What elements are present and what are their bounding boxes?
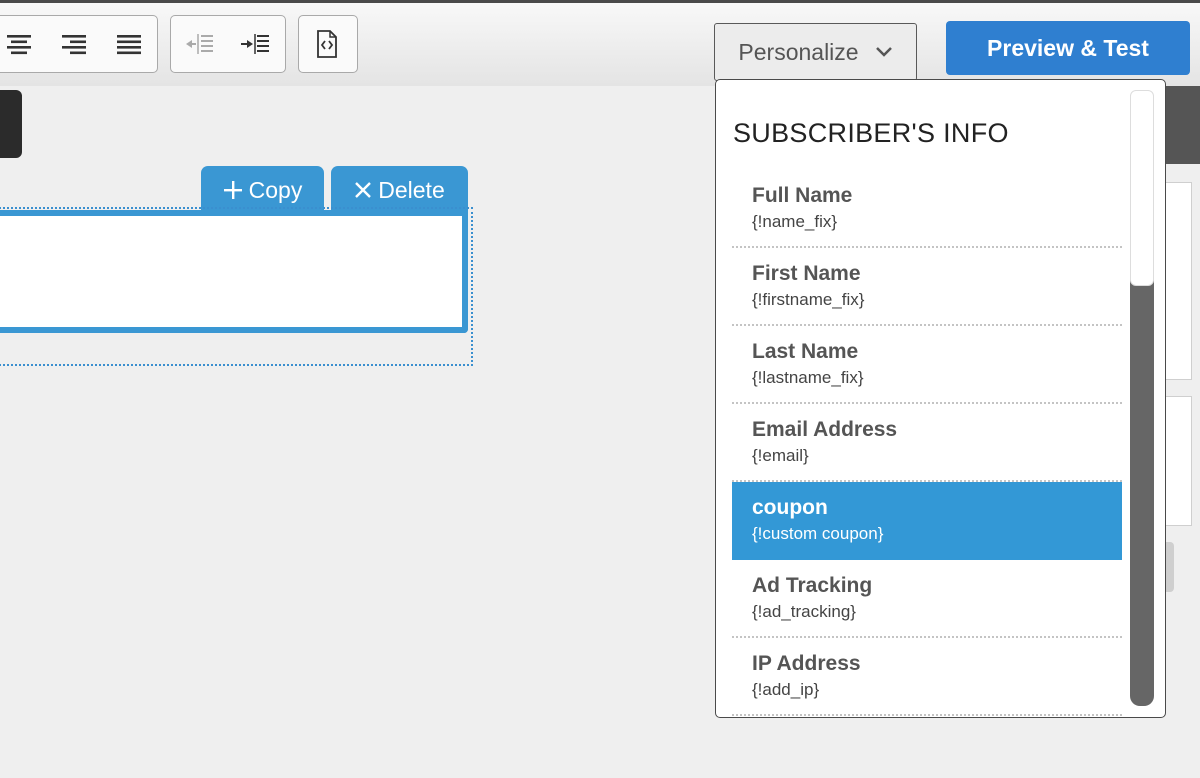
side-panel-header xyxy=(1160,86,1200,164)
merge-field-name: IP Address xyxy=(752,652,861,675)
merge-field-list: Full Name {!name_fix} First Name {!first… xyxy=(732,170,1122,716)
merge-field-name: Email Address xyxy=(752,418,898,441)
align-justify-button[interactable] xyxy=(102,16,157,72)
align-justify-icon xyxy=(117,35,142,55)
indent-button-group xyxy=(170,15,286,73)
merge-field-item[interactable]: Ad Tracking {!ad_tracking} xyxy=(732,560,1122,638)
indent-icon xyxy=(241,34,269,54)
preview-test-button[interactable]: Preview & Test xyxy=(946,21,1190,75)
source-code-icon xyxy=(317,30,337,58)
copy-label: Copy xyxy=(248,176,303,203)
merge-field-item[interactable]: IP Address {!add_ip} xyxy=(732,638,1122,716)
editor-toolbar: Personalize Preview & Test xyxy=(0,0,1200,86)
align-center-icon xyxy=(6,35,31,55)
plus-icon xyxy=(223,181,242,199)
merge-field-name: First Name xyxy=(752,262,861,285)
merge-field-item[interactable]: Full Name {!name_fix} xyxy=(732,170,1122,248)
personalize-menu: SUBSCRIBER'S INFO Full Name {!name_fix} … xyxy=(715,79,1166,718)
outdent-icon xyxy=(186,34,213,54)
source-button-group xyxy=(298,15,358,73)
menu-scrollbar-thumb[interactable] xyxy=(1130,90,1154,286)
align-right-button[interactable] xyxy=(46,16,101,72)
personalize-label: Personalize xyxy=(738,38,859,65)
outdent-button[interactable] xyxy=(171,16,227,72)
merge-field-name: coupon xyxy=(752,496,828,519)
source-code-button[interactable] xyxy=(299,16,355,72)
selected-content-block[interactable] xyxy=(0,210,468,333)
merge-field-name: Full Name xyxy=(752,184,853,207)
merge-field-item[interactable]: Email Address {!email} xyxy=(732,404,1122,482)
merge-field-name: Last Name xyxy=(752,340,859,363)
delete-label: Delete xyxy=(378,176,445,203)
merge-field-tag: {!email} xyxy=(752,446,809,465)
merge-field-tag: {!lastname_fix} xyxy=(752,368,864,387)
personalize-dropdown-button[interactable]: Personalize xyxy=(714,23,917,81)
align-center-button[interactable] xyxy=(0,16,46,72)
close-icon xyxy=(355,182,372,198)
alignment-button-group xyxy=(0,15,158,73)
merge-field-tag: {!add_ip} xyxy=(752,680,820,699)
menu-heading: SUBSCRIBER'S INFO xyxy=(733,118,1009,148)
merge-field-item[interactable]: First Name {!firstname_fix} xyxy=(732,248,1122,326)
indent-button[interactable] xyxy=(227,16,283,72)
align-right-icon xyxy=(61,35,86,55)
block-handle[interactable] xyxy=(0,90,22,158)
merge-field-tag: {!name_fix} xyxy=(752,212,838,231)
merge-field-tag: {!custom coupon} xyxy=(752,524,884,543)
merge-field-tag: {!ad_tracking} xyxy=(752,602,856,621)
merge-field-item[interactable]: Last Name {!lastname_fix} xyxy=(732,326,1122,404)
merge-field-item-selected[interactable]: coupon {!custom coupon} xyxy=(732,482,1122,560)
merge-field-name: Ad Tracking xyxy=(752,574,873,597)
chevron-down-icon xyxy=(875,47,892,57)
merge-field-tag: {!firstname_fix} xyxy=(752,290,865,309)
